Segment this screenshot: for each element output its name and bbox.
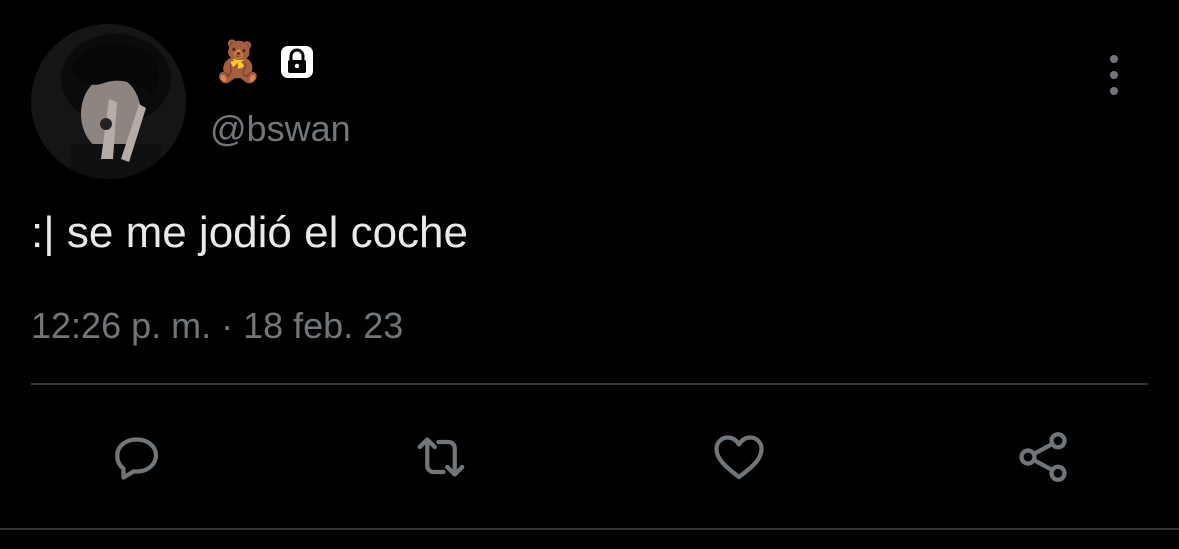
retweet-icon (417, 437, 465, 477)
share-icon (1019, 432, 1067, 482)
heart-icon (714, 435, 764, 480)
divider (31, 383, 1148, 385)
tweet-text: :| se me jodió el coche (31, 208, 468, 257)
retweet-button[interactable] (409, 425, 473, 489)
tweet-timestamp[interactable]: 12:26 p. m. · 18 feb. 23 (31, 305, 403, 347)
teddy-bear-emoji: 🧸 (213, 40, 263, 84)
avatar-image (31, 24, 186, 179)
like-button[interactable] (707, 425, 771, 489)
share-button[interactable] (1011, 425, 1075, 489)
user-handle[interactable]: @bswan (210, 108, 351, 150)
lock-icon (277, 42, 317, 82)
reply-icon (115, 437, 159, 480)
avatar[interactable] (31, 24, 186, 179)
reply-button[interactable] (104, 425, 168, 489)
account-badges: 🧸 (213, 38, 317, 86)
more-vertical-icon[interactable] (1096, 55, 1132, 95)
bottom-divider (0, 528, 1179, 530)
